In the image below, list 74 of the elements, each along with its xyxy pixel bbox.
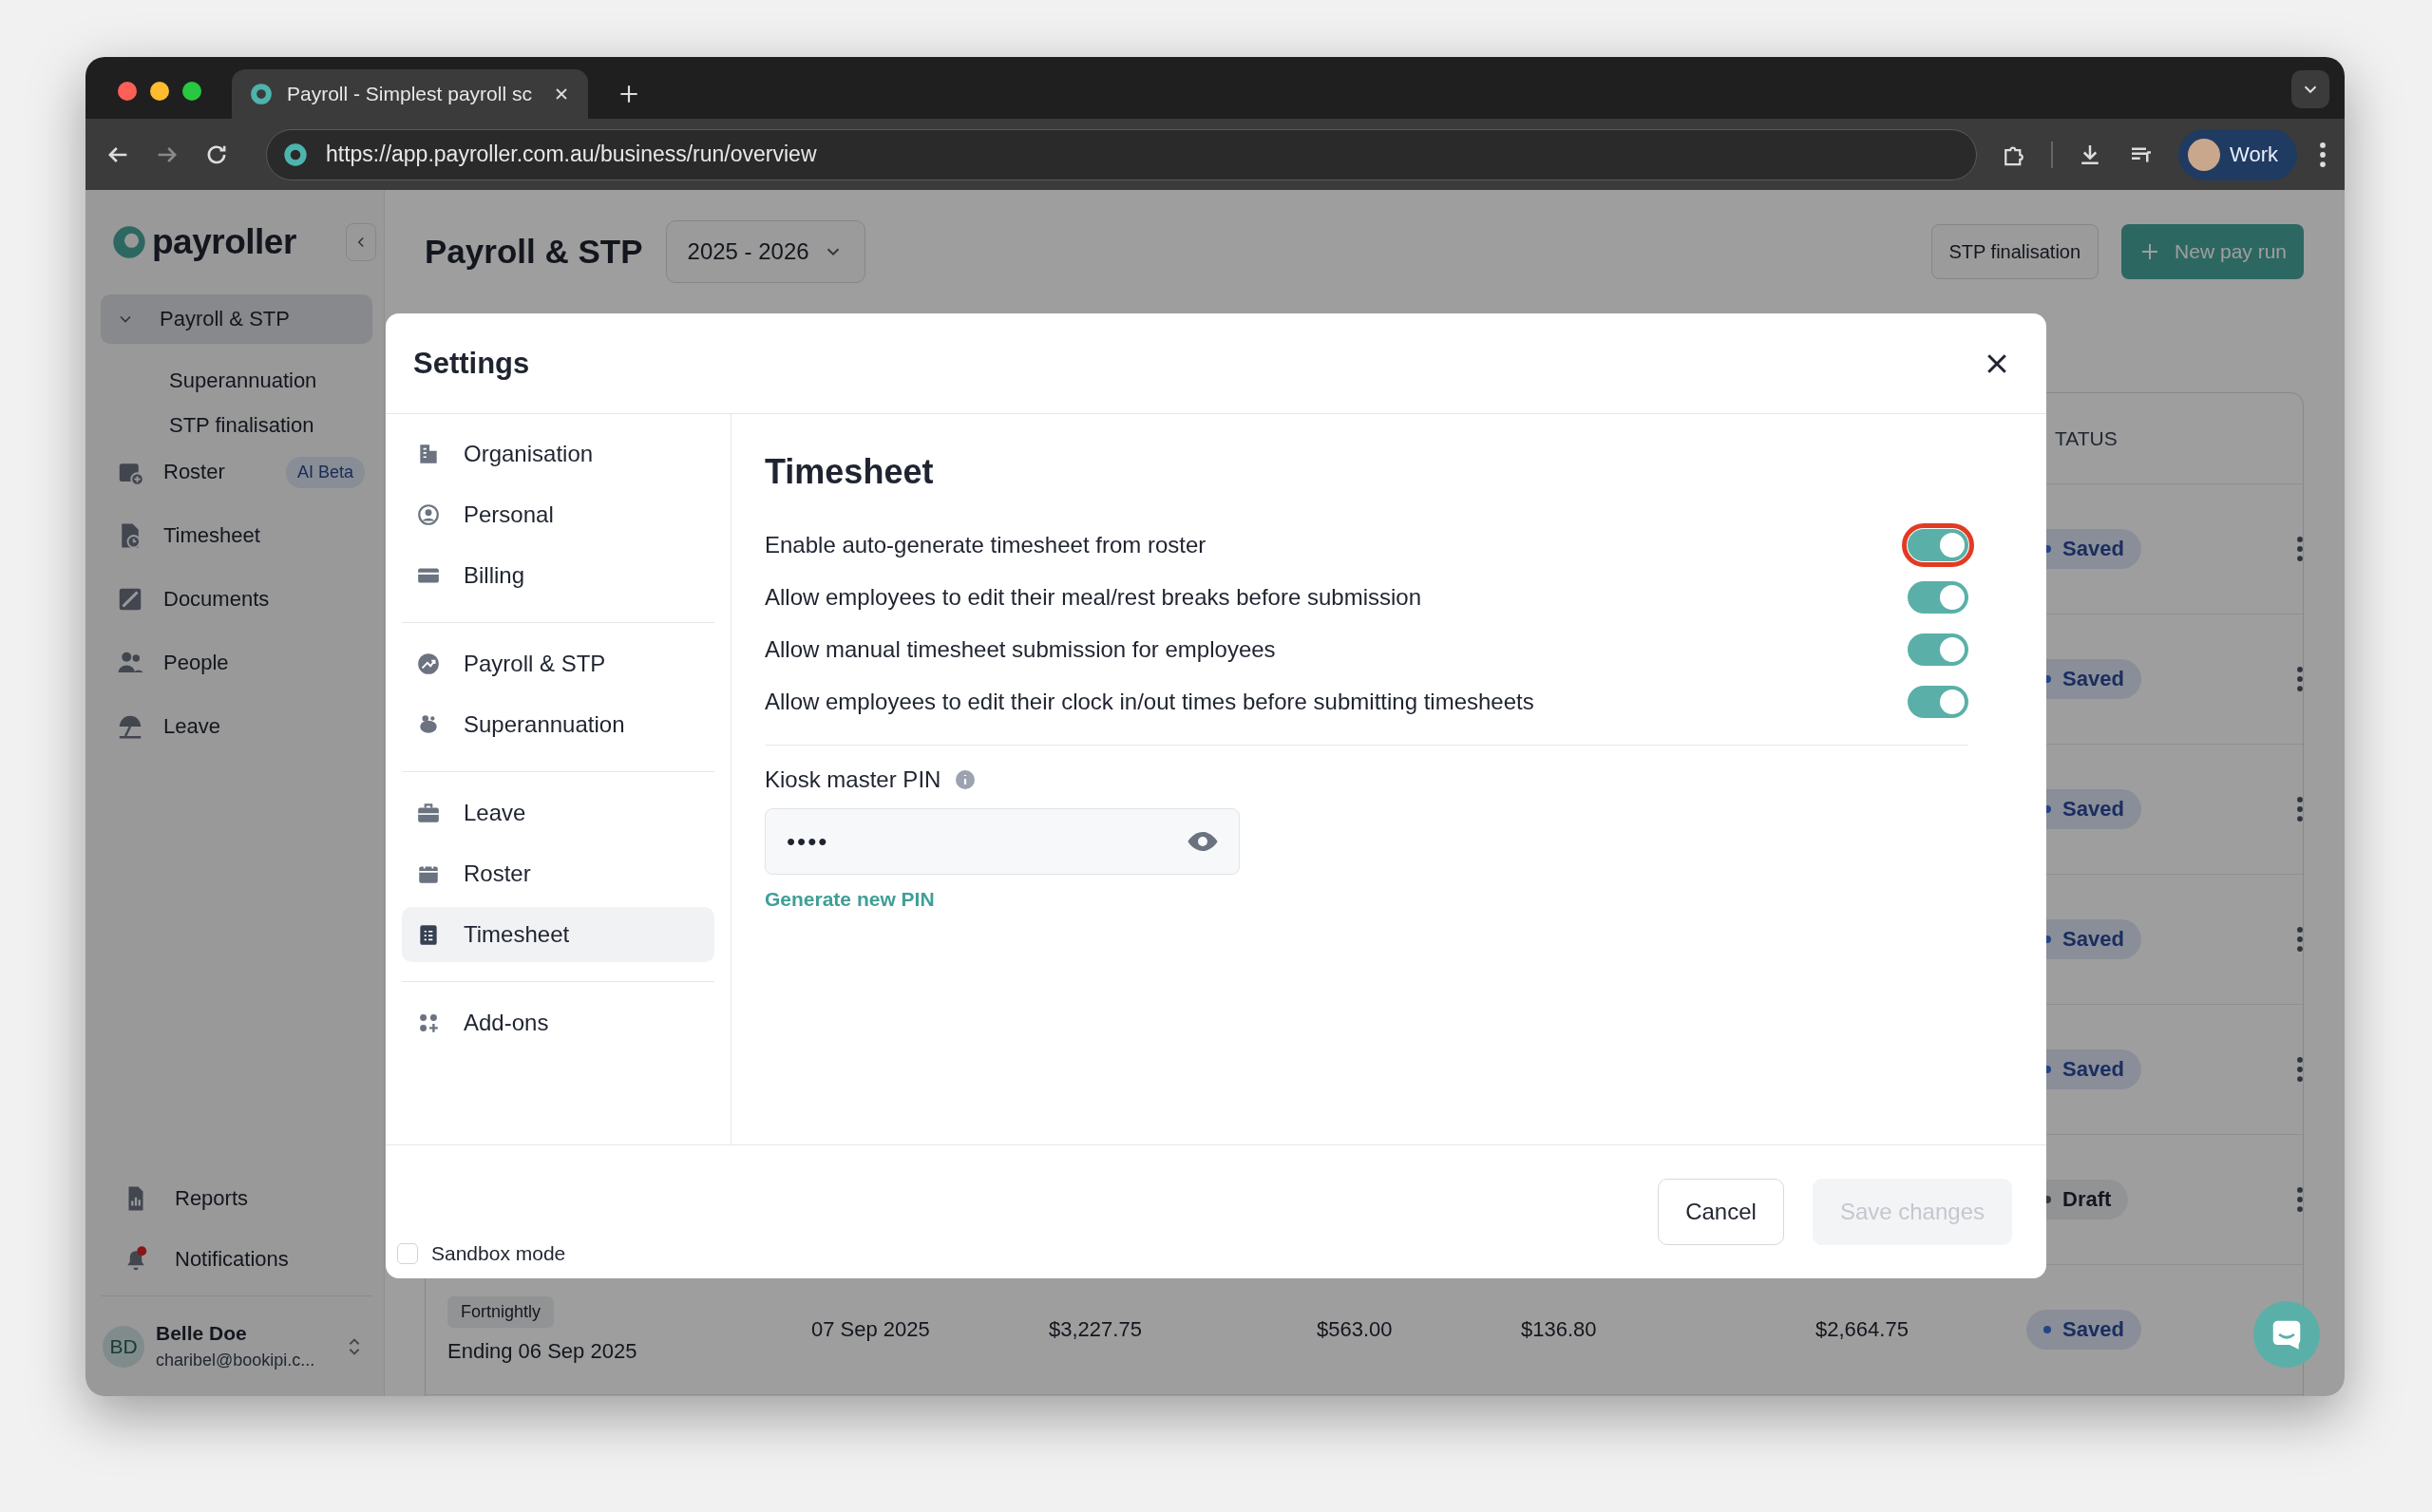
toggle-switch[interactable] [1908, 685, 1968, 718]
nav-link[interactable]: Roster [163, 460, 225, 484]
logo-wordmark: payroller [152, 222, 296, 262]
year-dropdown[interactable]: 2025 - 2026 [665, 220, 865, 283]
settings-nav-icon [416, 652, 441, 676]
pay-period: Ending 06 Sep 2025 [447, 1338, 637, 1364]
tab-search-button[interactable] [2291, 70, 2329, 108]
table-cell-text: $2,664.75 [1815, 1317, 1910, 1342]
settings-nav-item[interactable]: Timesheet [402, 907, 714, 962]
table-cell-text: 07 Sep 2025 [811, 1317, 931, 1342]
status-tag: Saved [2026, 1310, 2141, 1350]
checkbox-label: Sandbox mode [431, 1242, 566, 1265]
user-avatar: BD [103, 1325, 144, 1368]
table-cell-text: $3,227.75 [1049, 1317, 1143, 1342]
settings-nav-icon [416, 502, 441, 527]
profile-button[interactable]: Work [2178, 128, 2297, 180]
settings-nav-item[interactable]: Payroll & STP [402, 636, 714, 691]
page-title: Payroll & STP [425, 233, 643, 271]
address-bar[interactable]: https://app.payroller.com.au/business/run/overview [266, 128, 1978, 180]
toggle-switch[interactable] [1908, 633, 1968, 666]
browser-tab[interactable]: Payroll - Simplest payroll sc [232, 69, 588, 119]
beta-tag: AI Beta [285, 456, 365, 488]
status-dot-icon [2043, 1326, 2051, 1333]
sandbox-checkbox[interactable] [397, 1243, 418, 1264]
column-header: TATUS [2054, 426, 2118, 450]
more-icon[interactable] [2297, 797, 2303, 822]
more-icon[interactable] [2320, 142, 2326, 167]
settings-nav-item[interactable]: Leave [402, 785, 714, 841]
setting-label: Allow employees to edit their meal/rest breaks before submission [765, 583, 1421, 611]
table-cell-text: $563.00 [1317, 1317, 1394, 1342]
setting-label: Allow employees to edit their clock in/out times before submitting timesheets [765, 688, 1534, 715]
more-icon[interactable] [2297, 1187, 2303, 1212]
more-icon[interactable] [2297, 927, 2303, 952]
pin-field[interactable]: •••• [765, 808, 1240, 875]
settings-nav-item[interactable]: Superannuation [402, 697, 714, 752]
frequency-tag: Fortnightly [447, 1295, 555, 1328]
settings-nav-item[interactable]: Organisation [402, 426, 714, 482]
toggle-switch[interactable] [1908, 528, 1968, 561]
table-cell-text: $136.80 [1521, 1317, 1598, 1342]
more-icon[interactable] [2297, 667, 2303, 691]
field-label: Kiosk master PIN [765, 766, 941, 793]
toggle-switch[interactable] [1908, 580, 1968, 614]
nav-link[interactable]: People [163, 651, 229, 675]
settings-nav-item[interactable]: Billing [402, 548, 714, 603]
minimize-window-button[interactable] [150, 82, 169, 101]
maximize-window-button[interactable] [182, 82, 201, 101]
nav-link[interactable]: Notifications [175, 1247, 289, 1272]
info-icon [954, 768, 978, 791]
dialog-title: Settings [413, 346, 531, 381]
setting-label: Allow manual timesheet submission for employees [765, 635, 1276, 663]
close-window-button[interactable] [118, 82, 137, 101]
nav-subitem[interactable]: Superannuation [101, 358, 372, 403]
user-email: charibel@bookipi.c... [156, 1351, 315, 1370]
settings-nav-item[interactable]: Add-ons [402, 995, 714, 1050]
nav-link[interactable]: Documents [163, 587, 270, 612]
site-logo-icon [282, 141, 309, 168]
nav-link[interactable]: Reports [175, 1186, 249, 1211]
nav-link[interactable]: Timesheet [163, 523, 260, 548]
settings-nav-item[interactable]: Roster [402, 846, 714, 901]
more-icon[interactable] [2297, 1057, 2303, 1082]
more-icon[interactable] [2297, 537, 2303, 561]
user-name: Belle Doe [156, 1322, 248, 1345]
nav-subitem[interactable]: STP finalisation [101, 403, 372, 447]
settings-nav-item[interactable]: Personal [402, 487, 714, 542]
settings-nav-icon [416, 801, 441, 825]
nav-group[interactable]: Payroll & STP [101, 294, 372, 344]
cancel-button[interactable]: Cancel [1658, 1179, 1784, 1245]
nav-link[interactable]: Leave [163, 714, 220, 739]
stp-finalisation-button[interactable]: STP finalisation [1930, 224, 2100, 279]
setting-label: Enable auto-generate timesheet from roster [765, 531, 1206, 558]
section-title: Timesheet [765, 452, 935, 492]
logo-icon [110, 223, 148, 261]
site-logo-icon [249, 82, 274, 106]
avatar-icon [2188, 138, 2221, 171]
